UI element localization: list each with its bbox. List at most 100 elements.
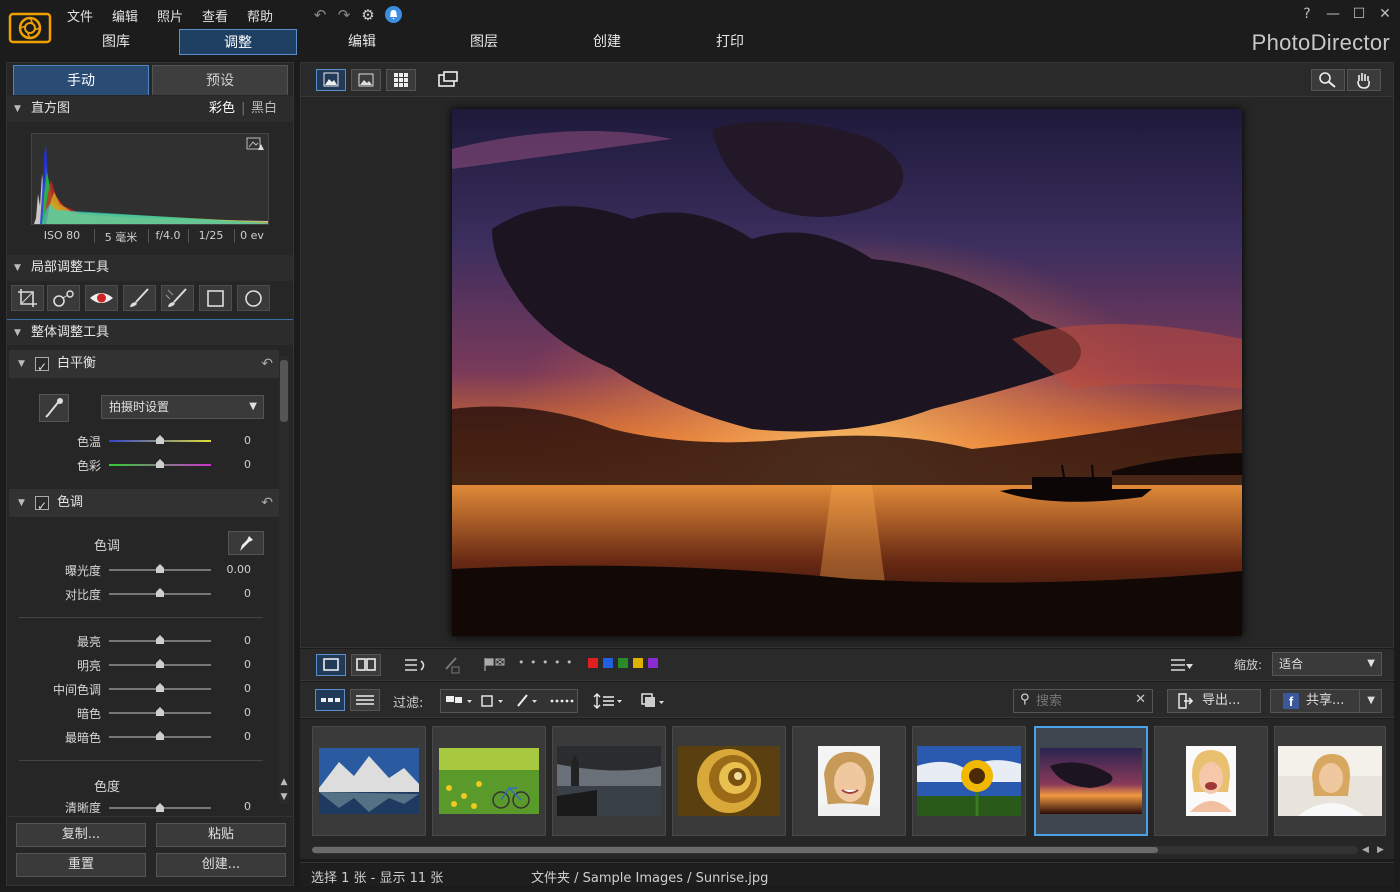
color-label-red[interactable]: [588, 658, 598, 668]
pan-hand-tool-button[interactable]: [1347, 69, 1381, 91]
spot-removal-tool-button[interactable]: [47, 285, 80, 311]
menu-view[interactable]: 查看: [202, 6, 228, 25]
filter-rating-dropdown[interactable]: [476, 690, 510, 712]
stack-dropdown[interactable]: [638, 690, 668, 712]
create-preset-button[interactable]: 创建...: [156, 853, 286, 877]
temperature-slider-handle[interactable]: [156, 435, 164, 444]
view-compare-button[interactable]: [351, 69, 381, 91]
clarity-slider-handle[interactable]: [156, 803, 164, 812]
rating-stars[interactable]: • • • • •: [518, 656, 578, 672]
color-label-yellow[interactable]: [633, 658, 643, 668]
exposure-slider-handle[interactable]: [156, 564, 164, 573]
tab-preset[interactable]: 预设: [152, 65, 288, 95]
share-dropdown-arrow-icon[interactable]: ▼: [1367, 690, 1375, 712]
menu-photo[interactable]: 照片: [157, 6, 183, 25]
tab-create[interactable]: 创建: [547, 29, 667, 55]
main-photo[interactable]: [452, 109, 1242, 636]
maximize-icon[interactable]: ☐: [1346, 4, 1372, 24]
clear-search-icon[interactable]: ✕: [1135, 692, 1146, 707]
auto-tone-pin-button[interactable]: [228, 531, 264, 555]
panel-scrollbar[interactable]: [279, 356, 289, 804]
menu-help[interactable]: 帮助: [247, 6, 273, 25]
tab-library[interactable]: 图库: [56, 29, 176, 55]
zoom-select[interactable]: 适合 ▼: [1272, 652, 1382, 676]
reset-icon[interactable]: ↶: [261, 350, 273, 378]
brush-mask-icon[interactable]: [440, 655, 462, 675]
compare-view-mode-button[interactable]: [351, 654, 381, 676]
gradient-brush-tool-button[interactable]: [161, 285, 194, 311]
rotate-icon[interactable]: [402, 655, 428, 675]
thumbnail-bicycle-field[interactable]: [432, 726, 546, 836]
thumbnail-woman-smiling[interactable]: [1154, 726, 1268, 836]
menu-file[interactable]: 文件: [67, 6, 93, 25]
filmstrip-scrollbar[interactable]: [312, 846, 1358, 854]
tone-header[interactable]: ▼ 色调 ↶: [9, 489, 279, 520]
local-tools-header[interactable]: ▼ 局部调整工具: [7, 255, 293, 281]
shadows-slider-handle[interactable]: [156, 707, 164, 716]
view-single-button[interactable]: [316, 69, 346, 91]
reset-button[interactable]: 重置: [16, 853, 146, 877]
filmstrip-scrollbar-thumb[interactable]: [312, 847, 1158, 853]
thumbnail-sunflower[interactable]: [912, 726, 1026, 836]
thumbnail-woman-beach[interactable]: [1274, 726, 1386, 836]
color-label-purple[interactable]: [648, 658, 658, 668]
flag-icon[interactable]: [481, 655, 507, 675]
thumbnail-spiral-staircase[interactable]: [672, 726, 786, 836]
midtones-slider-handle[interactable]: [156, 683, 164, 692]
reset-icon[interactable]: ↶: [261, 489, 273, 517]
blacks-slider-handle[interactable]: [156, 731, 164, 740]
single-view-mode-button[interactable]: [316, 654, 346, 676]
filter-color-dropdown[interactable]: [545, 690, 579, 712]
info-panel-icon[interactable]: [1168, 655, 1194, 675]
color-label-blue[interactable]: [603, 658, 613, 668]
white-balance-header[interactable]: ▼ 白平衡 ↶: [9, 350, 279, 381]
crop-tool-button[interactable]: [11, 285, 44, 311]
thumbnail-church-lake[interactable]: [552, 726, 666, 836]
notification-bell-icon[interactable]: [385, 6, 402, 23]
scroll-down-icon[interactable]: ▼: [279, 792, 289, 804]
close-icon[interactable]: ✕: [1372, 4, 1398, 24]
paste-button[interactable]: 粘贴: [156, 823, 286, 847]
graduated-filter-tool-button[interactable]: [199, 285, 232, 311]
thumbnail-woman-portrait[interactable]: [792, 726, 906, 836]
filter-flag-dropdown[interactable]: [441, 690, 475, 712]
export-button[interactable]: 导出...: [1167, 689, 1261, 713]
tab-print[interactable]: 打印: [670, 29, 790, 55]
zoom-tool-button[interactable]: [1311, 69, 1345, 91]
sort-dropdown[interactable]: [590, 690, 626, 712]
whites-slider-handle[interactable]: [156, 635, 164, 644]
tab-manual[interactable]: 手动: [13, 65, 149, 95]
minimize-icon[interactable]: —: [1320, 4, 1346, 24]
clipping-warning-icon[interactable]: [246, 137, 264, 151]
tint-slider-handle[interactable]: [156, 459, 164, 468]
tab-layers[interactable]: 图层: [424, 29, 544, 55]
thumbnail-mountain-lake[interactable]: [312, 726, 426, 836]
list-view-button[interactable]: [350, 689, 380, 711]
radial-filter-tool-button[interactable]: [237, 285, 270, 311]
undo-icon[interactable]: ↶: [310, 6, 330, 24]
search-input[interactable]: [1036, 692, 1130, 710]
redo-icon[interactable]: ↷: [334, 6, 354, 24]
contrast-slider-handle[interactable]: [156, 588, 164, 597]
scroll-up-icon[interactable]: ▲: [279, 777, 289, 789]
white-balance-checkbox[interactable]: [35, 353, 49, 381]
scroll-left-icon[interactable]: ◀: [1362, 845, 1372, 855]
red-eye-tool-button[interactable]: [85, 285, 118, 311]
secondary-display-icon[interactable]: [434, 69, 462, 91]
tone-checkbox[interactable]: [35, 492, 49, 520]
settings-gear-icon[interactable]: ⚙: [358, 6, 378, 24]
global-tools-header[interactable]: ▼ 整体调整工具: [7, 319, 293, 345]
white-balance-preset-select[interactable]: 拍摄时设置 ▼: [101, 395, 264, 419]
filter-edit-dropdown[interactable]: [510, 690, 544, 712]
color-label-green[interactable]: [618, 658, 628, 668]
copy-button[interactable]: 复制...: [16, 823, 146, 847]
scroll-right-icon[interactable]: ▶: [1377, 845, 1387, 855]
tab-adjust[interactable]: 调整: [179, 29, 297, 55]
eyedropper-button[interactable]: [39, 394, 69, 422]
menu-edit[interactable]: 编辑: [112, 6, 138, 25]
help-button[interactable]: ?: [1294, 4, 1320, 24]
histogram-mode-color[interactable]: 彩色: [209, 96, 235, 122]
filmstrip-view-button[interactable]: [315, 689, 345, 711]
tab-edit[interactable]: 编辑: [302, 29, 422, 55]
histogram-mode-bw[interactable]: 黑白: [251, 96, 277, 122]
